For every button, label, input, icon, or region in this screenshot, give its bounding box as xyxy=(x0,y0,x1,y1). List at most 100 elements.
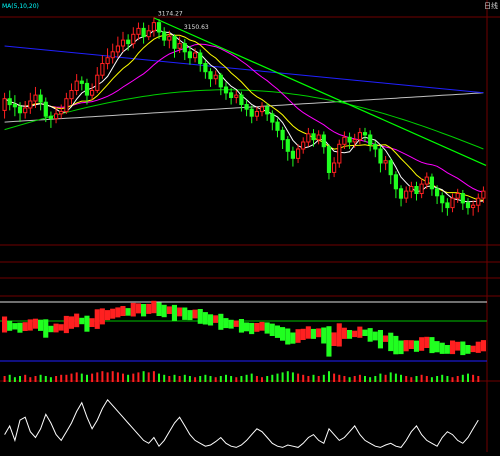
candle-body xyxy=(54,113,59,120)
volume-bar xyxy=(410,377,413,382)
candle-body xyxy=(357,132,362,141)
mid-block xyxy=(120,306,126,316)
volume-bar xyxy=(65,374,68,382)
mid-block xyxy=(43,319,49,338)
candle-body xyxy=(141,27,146,38)
volume-bar xyxy=(312,374,315,382)
ref-value-label: 3150.63 xyxy=(184,24,209,31)
candle-body xyxy=(398,188,404,199)
volume-bar xyxy=(425,376,428,382)
volume-bar xyxy=(55,376,58,382)
mid-block xyxy=(192,309,198,319)
candle-body xyxy=(74,80,79,91)
volume-bar xyxy=(183,374,186,382)
candle-body xyxy=(172,36,177,49)
volume-bar xyxy=(245,374,248,382)
mid-block xyxy=(53,323,59,333)
candle-body xyxy=(229,92,234,99)
mid-block xyxy=(388,332,394,352)
candle-body xyxy=(223,86,229,94)
candle-body xyxy=(156,22,162,33)
volume-bar xyxy=(178,376,181,382)
candle-body xyxy=(404,190,409,199)
volume-bar xyxy=(430,377,433,382)
volume-bar xyxy=(214,377,217,382)
mid-block xyxy=(310,328,316,339)
volume-bar xyxy=(441,374,444,382)
mid-block xyxy=(17,322,23,333)
candle-body xyxy=(90,90,95,96)
volume-bar xyxy=(240,376,243,382)
volume-bar xyxy=(230,376,233,382)
mid-block xyxy=(377,330,383,349)
mid-block xyxy=(444,345,450,354)
candle-body xyxy=(151,22,157,32)
candle-body xyxy=(265,106,270,115)
mid-block xyxy=(383,335,389,342)
candle-body xyxy=(234,94,239,98)
candle-body xyxy=(481,190,486,199)
mid-block xyxy=(151,300,157,314)
candle-body xyxy=(476,197,481,206)
volume-bar xyxy=(132,373,135,382)
candle-body xyxy=(244,104,249,110)
volume-bar xyxy=(302,374,305,382)
candle-body xyxy=(321,134,326,148)
legend-text: MA(5,10,20) xyxy=(2,3,39,10)
volume-bar xyxy=(116,372,119,382)
mid-block xyxy=(94,309,100,329)
volume-bar xyxy=(456,376,459,382)
mid-block xyxy=(228,319,234,329)
volume-bar xyxy=(389,372,392,382)
mid-block xyxy=(125,308,131,316)
mid-block xyxy=(2,316,8,333)
mid-block xyxy=(465,345,471,354)
mid-block xyxy=(27,319,33,331)
mid-block xyxy=(321,327,327,344)
volume-bar xyxy=(358,374,361,382)
candle-body xyxy=(239,94,244,105)
candle-body xyxy=(435,188,440,197)
candle-body xyxy=(316,134,321,141)
candle-body xyxy=(393,174,398,190)
volume-bar xyxy=(163,374,166,382)
mid-block xyxy=(238,319,244,333)
candle-body xyxy=(280,129,285,141)
candle-body xyxy=(100,63,105,76)
corner-label: 日线 xyxy=(484,1,498,10)
candle-body xyxy=(198,52,203,64)
volume-bar xyxy=(255,376,258,382)
volume-bar xyxy=(44,376,47,382)
mid-block xyxy=(161,304,167,318)
mid-block xyxy=(362,329,368,336)
candle-body xyxy=(182,43,187,53)
volume-bar xyxy=(317,376,320,382)
mid-block xyxy=(32,318,38,329)
candle-body xyxy=(409,186,414,192)
candle-body xyxy=(455,193,460,199)
candle-body xyxy=(388,160,393,176)
volume-bar xyxy=(49,377,52,382)
volume-bar xyxy=(461,374,464,382)
volume-bar xyxy=(328,371,330,382)
candle-body xyxy=(17,106,23,114)
candle-body xyxy=(471,204,476,208)
volume-bar xyxy=(13,377,16,382)
candle-body xyxy=(187,51,193,59)
volume-bar xyxy=(19,376,21,382)
candle-body xyxy=(301,141,306,150)
mid-block xyxy=(110,308,116,319)
mid-block xyxy=(68,316,74,329)
mid-block xyxy=(269,323,275,336)
mid-block xyxy=(48,325,54,333)
mid-block xyxy=(439,342,445,354)
volume-bar xyxy=(266,376,269,382)
candle-body xyxy=(347,136,352,143)
mid-block xyxy=(475,341,481,353)
candle-body xyxy=(208,71,213,80)
mid-block xyxy=(460,341,466,356)
volume-bar xyxy=(369,377,372,382)
mid-block xyxy=(259,321,265,331)
mid-block xyxy=(99,308,105,325)
mid-block xyxy=(63,315,69,334)
